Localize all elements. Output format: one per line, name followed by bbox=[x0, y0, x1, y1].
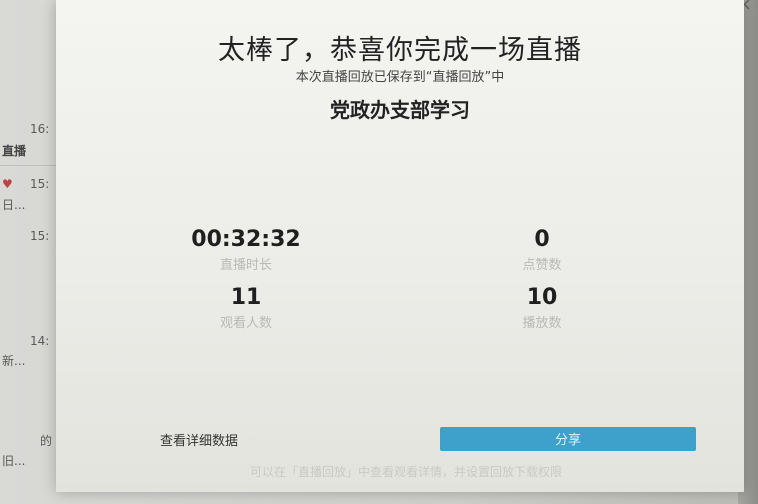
chat-item-preview[interactable]: 旧... bbox=[2, 452, 25, 469]
dialog-subtitle: 本次直播回放已保存到“直播回放”中 bbox=[295, 70, 505, 85]
share-button[interactable]: 分享 bbox=[440, 427, 696, 451]
stat-value: 11 bbox=[230, 285, 262, 310]
live-name: 党政办支部学习 bbox=[330, 98, 470, 122]
live-finished-dialog: 太棒了，恭喜你完成一场直播 本次直播回放已保存到“直播回放”中 党政办支部学习 … bbox=[56, 0, 744, 492]
stat-plays: 10 播放数 bbox=[422, 285, 662, 332]
stat-label: 观看人数 bbox=[219, 316, 272, 331]
chat-item-preview[interactable]: 日... bbox=[2, 196, 25, 213]
chat-item-icon: ♥ bbox=[2, 177, 13, 191]
chat-time: 14: bbox=[30, 334, 50, 348]
footer-note: 可以在「直播回放」中查看观看详情，并设置回放下载权限 bbox=[249, 465, 562, 479]
chat-item-preview[interactable]: 新... bbox=[2, 352, 25, 369]
stat-label: 播放数 bbox=[522, 316, 562, 331]
stat-likes: 0 点赞数 bbox=[422, 227, 662, 274]
stat-value: 10 bbox=[526, 285, 558, 310]
stat-viewers: 11 观看人数 bbox=[126, 285, 366, 332]
stat-label: 点赞数 bbox=[522, 258, 562, 273]
divider bbox=[0, 165, 56, 166]
stat-label: 直播时长 bbox=[219, 258, 272, 273]
stat-duration: 00:32:32 直播时长 bbox=[126, 227, 366, 274]
chat-time: 15: bbox=[30, 177, 50, 191]
stat-value: 00:32:32 bbox=[191, 227, 301, 252]
chat-item-preview[interactable]: 的 bbox=[40, 432, 52, 449]
chat-time: 15: bbox=[30, 229, 50, 243]
view-details-link[interactable]: 查看详细数据 bbox=[160, 430, 238, 449]
chat-time: 16: bbox=[30, 122, 50, 136]
stat-value: 0 bbox=[534, 227, 550, 252]
dialog-title: 太棒了，恭喜你完成一场直播 bbox=[218, 35, 582, 66]
chat-item-live-label[interactable]: 直播 bbox=[2, 142, 26, 159]
